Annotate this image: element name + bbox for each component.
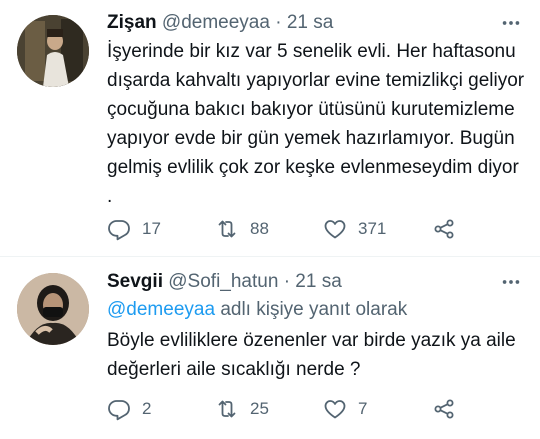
reply-count: 2 — [142, 399, 152, 418]
retweet-icon — [218, 400, 236, 418]
avatar[interactable] — [17, 15, 89, 87]
like-icon — [324, 220, 346, 239]
like-button[interactable]: 7 — [323, 393, 367, 425]
more-button[interactable] — [496, 270, 526, 294]
avatar[interactable] — [17, 273, 89, 345]
tweet-text: Böyle evliliklere özenenler var birde ya… — [107, 330, 516, 380]
timestamp[interactable]: 21 sa — [295, 271, 341, 292]
retweet-icon — [218, 220, 236, 238]
more-icon — [502, 280, 520, 284]
share-icon — [434, 219, 454, 239]
retweet-count: 25 — [250, 399, 269, 418]
display-name[interactable]: Zişan — [107, 12, 157, 33]
reply-mention-link[interactable]: @demeeyaa — [107, 299, 215, 320]
timestamp[interactable]: 21 sa — [287, 12, 333, 33]
more-icon — [502, 21, 520, 25]
reply-button[interactable]: 2 — [107, 393, 151, 425]
reply-context-text: adlı kişiye yanıt olarak — [220, 299, 408, 320]
tweet-header: Zişan @demeeyaa · 21 sa — [107, 11, 333, 35]
share-button[interactable] — [432, 393, 456, 425]
tweet-actions: 17 88 371 — [107, 213, 507, 245]
separator-dot: · — [283, 271, 291, 292]
reply-icon — [108, 220, 130, 241]
user-handle[interactable]: @demeeyaa — [162, 12, 270, 33]
share-button[interactable] — [432, 213, 456, 245]
like-count: 7 — [358, 399, 368, 418]
retweet-button[interactable]: 88 — [215, 213, 269, 245]
like-count: 371 — [358, 219, 387, 238]
reply-count: 17 — [142, 219, 161, 238]
reply-button[interactable]: 17 — [107, 213, 161, 245]
tweet-header: Sevgii @Sofi_hatun · 21 sa — [107, 270, 342, 294]
display-name[interactable]: Sevgii — [107, 271, 163, 292]
separator-dot: · — [275, 12, 282, 33]
reply-icon — [108, 400, 130, 421]
retweet-button[interactable]: 25 — [215, 393, 269, 425]
tweet-text: İşyerinde bir kız var 5 senelik evli. He… — [107, 41, 525, 207]
user-handle[interactable]: @Sofi_hatun — [168, 271, 278, 292]
like-icon — [324, 400, 346, 419]
like-button[interactable]: 371 — [323, 213, 386, 245]
retweet-count: 88 — [250, 219, 269, 238]
tweet[interactable]: Zişan @demeeyaa · 21 sa İşyerinde bir kı… — [0, 0, 540, 256]
tweet-actions: 2 25 7 — [107, 393, 507, 425]
share-icon — [434, 399, 454, 419]
more-button[interactable] — [496, 11, 526, 35]
reply-context: @demeeyaa adlı kişiye yanıt olarak — [107, 297, 407, 323]
